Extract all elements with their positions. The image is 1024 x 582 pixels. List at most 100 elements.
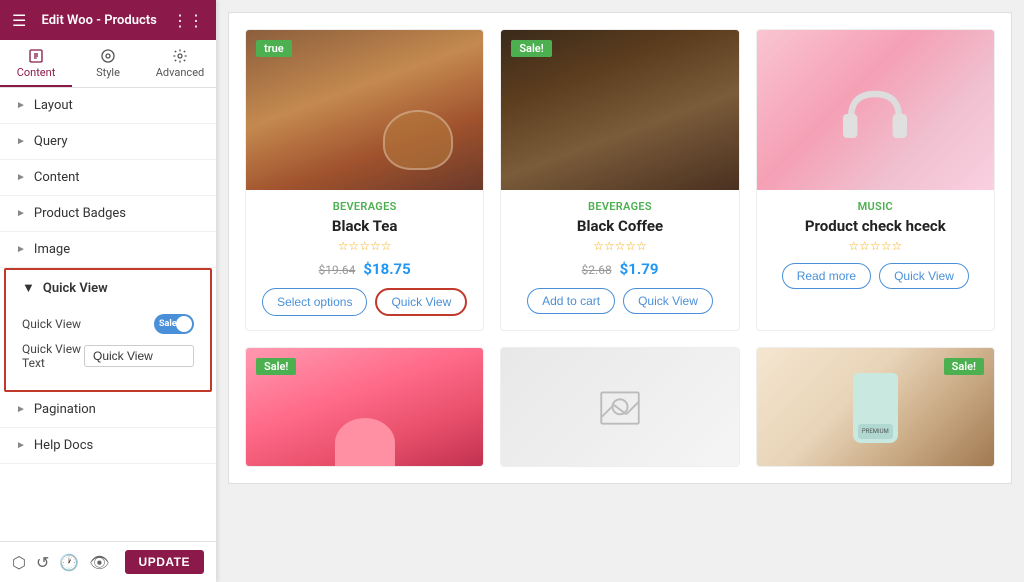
eye-icon[interactable]: 👁 (89, 553, 109, 572)
tab-style[interactable]: Style (72, 40, 144, 87)
arrow-icon: ► (16, 100, 26, 111)
sidebar-item-layout[interactable]: ► Layout (0, 88, 216, 124)
product-price-tea: $19.64 $18.75 (258, 259, 471, 278)
quick-view-header[interactable]: ▼ Quick View (6, 270, 210, 306)
sidebar-item-pagination[interactable]: ► Pagination (0, 392, 216, 428)
sale-badge-cupcake: Sale! (256, 358, 296, 375)
sidebar-item-product-badges[interactable]: ► Product Badges (0, 196, 216, 232)
quick-view-toggle-label: Quick View (22, 317, 81, 331)
grid-icon[interactable]: ⋮⋮ (172, 11, 204, 30)
tab-advanced-label: Advanced (156, 66, 204, 79)
cup-art: PREMIUM (853, 373, 898, 443)
price-new-tea: $18.75 (363, 260, 410, 278)
hamburger-icon[interactable]: ☰ (12, 11, 26, 30)
product-category-coffee: Beverages (513, 200, 726, 213)
product-name-headphones: Product check hceck (769, 217, 982, 235)
sidebar-item-help-docs[interactable]: ► Help Docs (0, 428, 216, 464)
tab-style-label: Style (96, 66, 120, 79)
main-content: true Beverages Black Tea ☆☆☆☆☆ $19.64 $1… (216, 0, 1024, 582)
update-button[interactable]: UPDATE (125, 550, 204, 574)
arrow-icon: ► (16, 440, 26, 451)
style-icon (100, 48, 116, 64)
tab-content-label: Content (17, 66, 56, 79)
arrow-open-icon: ▼ (22, 280, 35, 296)
layers-icon[interactable]: ⬡ (12, 553, 26, 572)
sidebar-header: ☰ Edit Woo - Products ⋮⋮ (0, 0, 216, 40)
product-body-coffee: Beverages Black Coffee ☆☆☆☆☆ $2.68 $1.79… (501, 190, 738, 328)
headphones-image (757, 30, 994, 190)
placeholder-image (501, 348, 738, 467)
product-image-wrapper: true (246, 30, 483, 190)
products-grid: true Beverages Black Tea ☆☆☆☆☆ $19.64 $1… (245, 29, 995, 467)
bottom-icons: ⬡ ↺ 🕐 👁 (12, 553, 110, 572)
cupcake-art (335, 418, 395, 467)
sidebar-item-query[interactable]: ► Query (0, 124, 216, 160)
arrow-icon: ► (16, 244, 26, 255)
content-icon (28, 48, 44, 64)
product-name-tea: Black Tea (258, 217, 471, 235)
product-stars-tea: ☆☆☆☆☆ (258, 239, 471, 253)
quick-view-label: Quick View (43, 281, 108, 296)
toggle-on-label: Sale (159, 319, 177, 329)
product-actions-headphones: Read more Quick View (769, 263, 982, 289)
product-stars-headphones: ☆☆☆☆☆ (769, 239, 982, 253)
product-image-wrapper-cupcake: Sale! (246, 348, 483, 467)
sidebar: ☰ Edit Woo - Products ⋮⋮ Content Style A… (0, 0, 216, 582)
product-card-black-coffee: Sale! Beverages Black Coffee ☆☆☆☆☆ $2.68… (500, 29, 739, 331)
tab-advanced[interactable]: Advanced (144, 40, 216, 87)
sidebar-item-query-label: Query (34, 134, 68, 149)
product-image-wrapper-coffee: Sale! (501, 30, 738, 190)
product-category-tea: Beverages (258, 200, 471, 213)
product-price-coffee: $2.68 $1.79 (513, 259, 726, 278)
sidebar-item-image[interactable]: ► Image (0, 232, 216, 268)
sidebar-item-layout-label: Layout (34, 98, 73, 113)
sidebar-title: Edit Woo - Products (42, 13, 157, 28)
read-more-button[interactable]: Read more (782, 263, 871, 289)
quick-view-button-headphones[interactable]: Quick View (879, 263, 969, 289)
quick-view-button-coffee[interactable]: Quick View (623, 288, 713, 314)
arrow-icon: ► (16, 136, 26, 147)
tab-content[interactable]: Content (0, 40, 72, 87)
quick-view-text-input[interactable] (84, 345, 194, 367)
product-body-headphones: Music Product check hceck ☆☆☆☆☆ Read mor… (757, 190, 994, 303)
undo-icon[interactable]: ↺ (36, 553, 49, 572)
advanced-icon (172, 48, 188, 64)
product-name-coffee: Black Coffee (513, 217, 726, 235)
product-stars-coffee: ☆☆☆☆☆ (513, 239, 726, 253)
sidebar-item-content[interactable]: ► Content (0, 160, 216, 196)
product-image-wrapper-premium: PREMIUM Sale! (757, 348, 994, 467)
add-to-cart-button[interactable]: Add to cart (527, 288, 615, 314)
quick-view-section: ▼ Quick View Quick View Sale Quick View … (4, 268, 212, 392)
quick-view-body: Quick View Sale Quick View Text (6, 306, 210, 390)
placeholder-svg (595, 383, 645, 433)
quick-view-toggle-row: Quick View Sale (22, 314, 194, 334)
sidebar-item-content-label: Content (34, 170, 80, 185)
tea-cup-art (383, 110, 453, 170)
product-card-premium: PREMIUM Sale! (756, 347, 995, 467)
product-card-cupcake: Sale! (245, 347, 484, 467)
history-icon[interactable]: 🕐 (59, 553, 79, 572)
select-options-button[interactable]: Select options (262, 288, 367, 316)
product-card-headphones: Music Product check hceck ☆☆☆☆☆ Read mor… (756, 29, 995, 331)
products-container: true Beverages Black Tea ☆☆☆☆☆ $19.64 $1… (228, 12, 1012, 484)
quick-view-button-tea[interactable]: Quick View (375, 288, 467, 316)
sidebar-menu: ► Layout ► Query ► Content ► Product Bad… (0, 88, 216, 541)
arrow-icon: ► (16, 404, 26, 415)
arrow-icon: ► (16, 172, 26, 183)
sidebar-item-image-label: Image (34, 242, 70, 257)
sale-badge-tea: true (256, 40, 292, 57)
sidebar-item-badges-label: Product Badges (34, 206, 126, 221)
sidebar-item-help-label: Help Docs (34, 438, 93, 453)
cup-label: PREMIUM (858, 424, 893, 439)
product-actions-coffee: Add to cart Quick View (513, 288, 726, 314)
arrow-icon: ► (16, 208, 26, 219)
price-old-coffee: $2.68 (582, 263, 612, 277)
sale-badge-coffee: Sale! (511, 40, 551, 57)
price-new-coffee: $1.79 (620, 260, 659, 278)
product-category-headphones: Music (769, 200, 982, 213)
quick-view-toggle[interactable]: Sale (154, 314, 194, 334)
product-body-tea: Beverages Black Tea ☆☆☆☆☆ $19.64 $18.75 … (246, 190, 483, 330)
quick-view-text-row: Quick View Text (22, 342, 194, 370)
product-image-wrapper-placeholder (501, 348, 738, 467)
sidebar-item-pagination-label: Pagination (34, 402, 96, 417)
